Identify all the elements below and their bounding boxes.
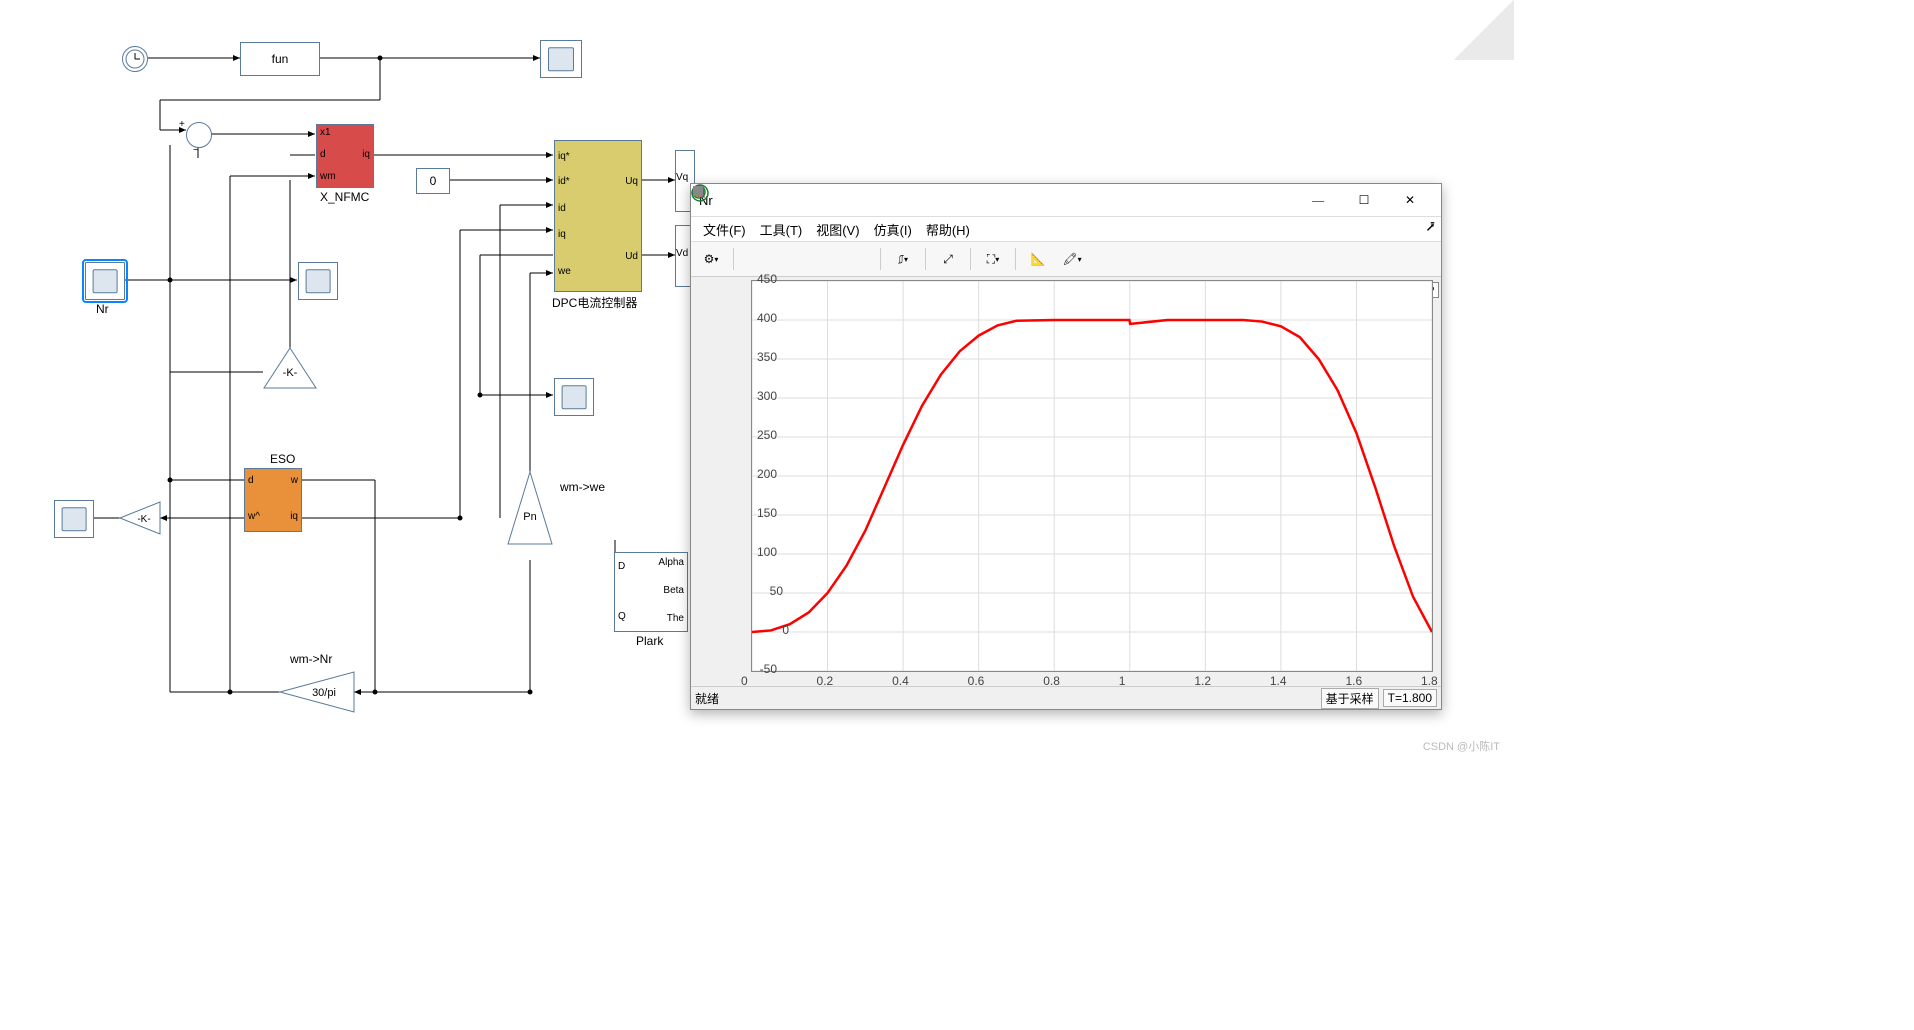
menu-view[interactable]: 视图(V) [810, 218, 865, 241]
status-ready: 就绪 [695, 690, 719, 707]
eso-label: ESO [270, 452, 295, 466]
svg-text:30/pi: 30/pi [312, 687, 336, 699]
scope-top[interactable] [540, 40, 582, 78]
scope-bottom-left[interactable] [54, 500, 94, 538]
zoom-button[interactable]: ⛶▾ [979, 245, 1007, 273]
scope-window[interactable]: Nr — ☐ ✕ 文件(F) 工具(T) 视图(V) 仿真(I) 帮助(H) ⭷… [690, 183, 1442, 710]
minimize-button[interactable]: — [1295, 185, 1341, 215]
xnfmc-label: X_NFMC [320, 190, 369, 204]
step-back-button[interactable] [742, 245, 770, 273]
menubar: 文件(F) 工具(T) 视图(V) 仿真(I) 帮助(H) ⭷ [691, 217, 1441, 242]
plark-block[interactable]: D Q Alpha Beta The [614, 552, 688, 632]
fun-block[interactable]: fun [240, 42, 320, 76]
cursor-button[interactable]: ⤢ [934, 245, 962, 273]
expand-icon[interactable]: ⭷ [1426, 217, 1435, 241]
dpc-block[interactable]: iq* id* id iq we Uq Ud [554, 140, 642, 292]
menu-sim[interactable]: 仿真(I) [868, 218, 918, 241]
wm-we-label: wm->we [560, 480, 605, 494]
measure-button[interactable]: 📐 [1024, 245, 1052, 273]
toolbar: ⚙▾ ⎎▾ ⤢ ⛶▾ 📐 🖍▾ [691, 242, 1441, 277]
simulink-canvas[interactable]: fun + − x1 d wm iq X_NFMC 0 iq* id* id i… [0, 0, 1514, 760]
plark-label: Plark [636, 634, 663, 648]
zoom-icon: ⛶ [987, 252, 995, 267]
measure-icon: 📐 [1031, 252, 1046, 266]
nr-scope-label: Nr [96, 302, 109, 316]
gain-pn[interactable]: Pn [506, 468, 554, 548]
window-title: Nr [699, 193, 1295, 208]
clock-icon [123, 47, 147, 71]
gain-30pi[interactable]: 30/pi [278, 670, 356, 714]
stop-button[interactable] [844, 245, 872, 273]
xnfmc-block[interactable]: x1 d wm iq [316, 124, 374, 188]
status-bar: 就绪 基于采样 T=1.800 [691, 686, 1441, 709]
zero-constant[interactable]: 0 [416, 168, 450, 194]
svg-text:Pn: Pn [523, 511, 536, 523]
clock-block[interactable] [122, 46, 148, 72]
dpc-label: DPC电流控制器 [552, 294, 637, 311]
settings-button[interactable]: ⚙▾ [697, 245, 725, 273]
wm-nr-label: wm->Nr [290, 652, 332, 666]
menu-help[interactable]: 帮助(H) [920, 218, 976, 241]
plot-svg [752, 281, 1432, 671]
watermark: CSDN @小陈IT [1423, 738, 1500, 754]
scope-mid-right[interactable] [554, 378, 594, 416]
stop-icon [691, 184, 705, 198]
maximize-button[interactable]: ☐ [1341, 185, 1387, 215]
scope-mid[interactable] [298, 262, 338, 300]
sum-block[interactable]: + − [186, 122, 212, 148]
cursor-icon: ⤢ [943, 252, 953, 267]
svg-text:-K-: -K- [283, 367, 298, 379]
highlight-button[interactable]: 🖍▾ [1058, 245, 1086, 273]
menu-file[interactable]: 文件(F) [697, 218, 752, 241]
menu-tools[interactable]: 工具(T) [754, 218, 809, 241]
highlight-icon: 🖍 [1062, 252, 1077, 266]
eso-block[interactable]: d w w^ iq [244, 468, 302, 532]
gain-k2[interactable]: -K- [118, 500, 162, 536]
run-button[interactable] [776, 245, 804, 273]
status-sample: 基于采样 [1321, 688, 1379, 709]
trigger-button[interactable]: ⎎▾ [889, 245, 917, 273]
plot-area[interactable] [751, 280, 1433, 672]
svg-text:-K-: -K- [137, 514, 150, 525]
titlebar[interactable]: Nr — ☐ ✕ [691, 184, 1441, 217]
status-time: T=1.800 [1383, 689, 1437, 707]
gain-k1[interactable]: -K- [262, 346, 318, 390]
step-forward-button[interactable] [810, 245, 838, 273]
nr-scope[interactable] [85, 262, 125, 300]
fun-label: fun [272, 52, 289, 66]
gear-icon: ⚙ [704, 252, 715, 266]
close-button[interactable]: ✕ [1387, 185, 1433, 215]
